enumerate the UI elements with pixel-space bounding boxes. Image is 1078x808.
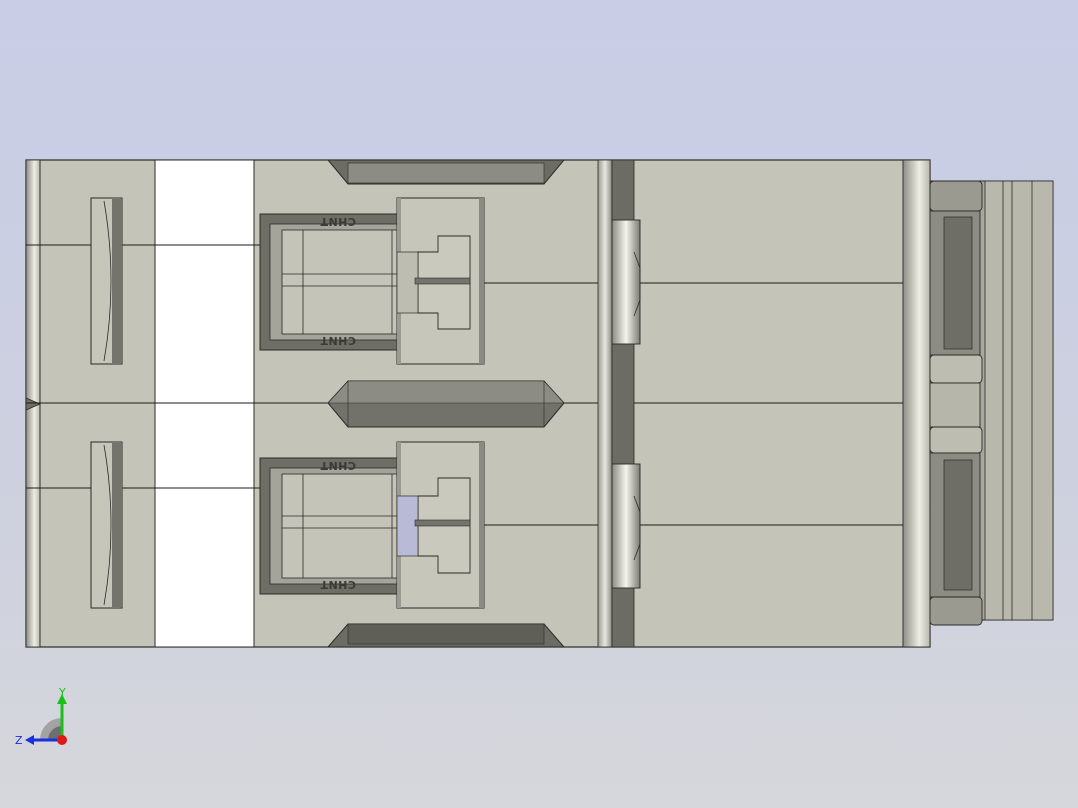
chnt-engraving-1: CHNT: [320, 215, 356, 228]
graphics-viewport[interactable]: CHNT CHNT CHNT CHNT Y Z: [0, 0, 1078, 808]
toggle-handle-bottom[interactable]: [396, 441, 485, 609]
chnt-engraving-2: CHNT: [320, 334, 356, 347]
switch-window-bottom[interactable]: CHNT CHNT: [259, 457, 401, 595]
x-axis-dot: [57, 735, 67, 745]
z-axis-label: Z: [15, 734, 23, 747]
white-label-panel: [154, 159, 255, 648]
toggle-handle-top[interactable]: [396, 197, 485, 365]
slot-bottom: [90, 441, 123, 609]
middle-rail: [327, 380, 565, 428]
din-rail-clip[interactable]: [929, 180, 1054, 626]
right-edge-rib: [902, 159, 931, 648]
model-view[interactable]: CHNT CHNT CHNT CHNT: [0, 0, 1078, 808]
chnt-engraving-3: CHNT: [320, 459, 356, 472]
switch-window-top[interactable]: CHNT CHNT: [259, 213, 401, 351]
chnt-engraving-4: CHNT: [320, 578, 356, 591]
bottom-rail: [326, 623, 566, 648]
center-rib: [597, 159, 641, 648]
slot-top: [90, 197, 123, 365]
top-rail: [326, 159, 566, 185]
y-axis-label: Y: [58, 686, 66, 699]
view-orientation-triad[interactable]: Y Z: [12, 684, 82, 754]
